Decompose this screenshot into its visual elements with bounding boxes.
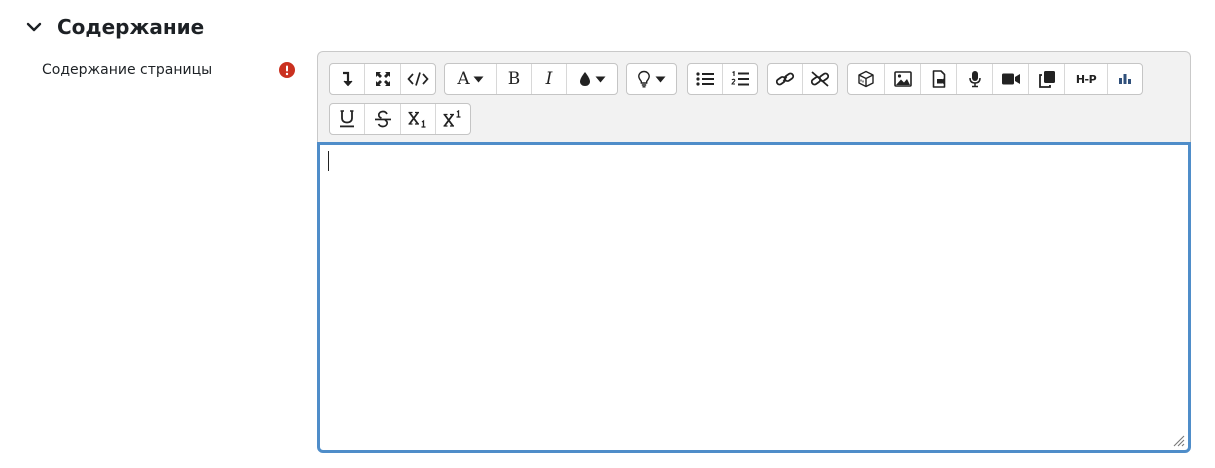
highlight-color-icon — [579, 72, 590, 86]
font-color-icon: A — [457, 69, 470, 89]
image-icon — [893, 71, 912, 87]
unlink-icon — [810, 71, 830, 87]
record-video-button[interactable] — [993, 64, 1029, 94]
code-view-icon — [407, 72, 429, 86]
exclamation-circle-icon — [279, 62, 295, 78]
unordered-list-button[interactable] — [688, 64, 723, 94]
caret-down-icon — [473, 76, 484, 82]
cube-icon — [858, 70, 874, 88]
bar-chart-icon — [1119, 74, 1131, 84]
fullscreen-button[interactable] — [365, 64, 401, 94]
subscript-button[interactable] — [401, 104, 436, 134]
italic-icon: I — [545, 69, 553, 89]
bold-icon: B — [507, 69, 521, 89]
insert-h5p-button[interactable]: H-P — [1065, 64, 1108, 94]
text-caret — [328, 151, 329, 171]
italic-button[interactable]: I — [532, 64, 567, 94]
caret-down-icon — [655, 76, 666, 82]
toolbar-group-view — [329, 63, 436, 95]
highlight-color-button[interactable] — [567, 64, 617, 94]
caret-down-icon — [595, 76, 605, 82]
resize-handle-icon[interactable] — [1173, 435, 1185, 447]
underline-icon — [340, 110, 354, 128]
bold-button[interactable]: B — [497, 64, 532, 94]
link-icon — [775, 72, 795, 86]
superscript-icon — [443, 110, 461, 127]
manage-files-button[interactable] — [1029, 64, 1065, 94]
fullscreen-icon — [375, 72, 390, 86]
lightbulb-dropdown-icon — [638, 70, 650, 88]
section-title: Содержание — [57, 15, 205, 39]
h5p-icon: H-P — [1075, 72, 1097, 86]
underline-button[interactable] — [330, 104, 365, 134]
microphone-icon — [968, 71, 981, 88]
rich-text-editor: A B I H-P — [317, 51, 1191, 453]
strikethrough-button[interactable] — [365, 104, 401, 134]
insert-file-button[interactable] — [921, 64, 957, 94]
editor-content-area[interactable] — [317, 142, 1191, 453]
record-audio-button[interactable] — [957, 64, 993, 94]
ordered-list-icon — [731, 71, 749, 86]
toolbar-group-styles — [626, 63, 677, 95]
font-color-button[interactable]: A — [445, 64, 497, 94]
unlink-button[interactable] — [803, 64, 837, 94]
collapse-toolbar-button[interactable] — [330, 64, 365, 94]
unordered-list-icon — [696, 72, 714, 86]
video-icon — [1001, 73, 1020, 85]
html-source-button[interactable] — [401, 64, 435, 94]
copy-icon — [1038, 71, 1055, 88]
editor-toolbar: A B I H-P — [317, 51, 1191, 142]
link-button[interactable] — [768, 64, 803, 94]
strikethrough-icon — [374, 110, 391, 128]
insert-chart-button[interactable] — [1108, 64, 1142, 94]
subscript-icon — [408, 111, 426, 128]
toolbar-group-media: H-P — [847, 63, 1143, 95]
toolbar-group-text-effects — [329, 103, 471, 135]
toolbar-group-links — [767, 63, 838, 95]
chevron-down-icon[interactable] — [24, 17, 44, 37]
toolbar-group-lists — [687, 63, 758, 95]
toolbar-group-format: A B I — [444, 63, 618, 95]
ordered-list-button[interactable] — [723, 64, 757, 94]
section-header[interactable]: Содержание — [24, 13, 204, 41]
styles-dropdown-button[interactable] — [627, 64, 676, 94]
file-icon — [932, 70, 945, 88]
insert-image-button[interactable] — [885, 64, 921, 94]
embed-cube-button[interactable] — [848, 64, 885, 94]
superscript-button[interactable] — [436, 104, 470, 134]
field-label: Содержание страницы — [42, 62, 213, 78]
collapse-icon — [343, 71, 353, 87]
